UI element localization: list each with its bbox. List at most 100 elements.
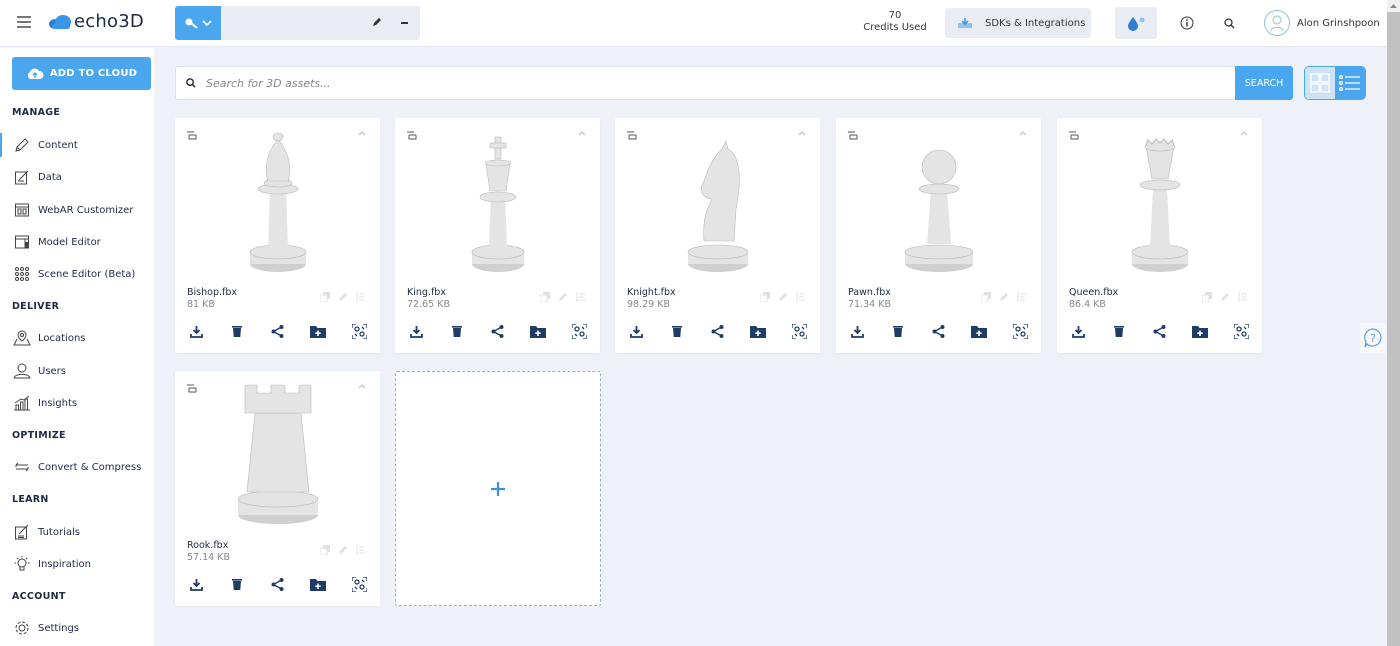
copy-icon[interactable] [1202, 292, 1212, 302]
qr-code-icon[interactable] [570, 322, 588, 340]
trash-icon[interactable] [1110, 322, 1128, 340]
user-menu[interactable]: Alon Grinshpoon [1264, 10, 1380, 36]
edit-icon[interactable] [338, 292, 348, 302]
add-to-folder-icon[interactable] [309, 575, 327, 593]
api-key-selector[interactable] [175, 6, 420, 40]
sidebar-item-locations[interactable]: Locations [0, 326, 154, 350]
droplet-button[interactable] [1115, 7, 1157, 39]
trash-icon[interactable] [889, 322, 907, 340]
metadata-list-icon[interactable] [796, 292, 806, 302]
edit-key-icon[interactable] [371, 16, 383, 28]
sidebar-item-tutorials[interactable]: Tutorials [0, 520, 154, 544]
trash-icon[interactable] [228, 322, 246, 340]
add-to-folder-icon[interactable] [529, 322, 547, 340]
qr-code-icon[interactable] [350, 575, 368, 593]
copy-icon[interactable] [320, 545, 330, 555]
trash-icon[interactable] [228, 575, 246, 593]
add-asset-card[interactable] [395, 371, 601, 606]
trash-icon[interactable] [448, 322, 466, 340]
asset-card-knight[interactable]: Knight.fbx 98.29 KB [615, 118, 820, 353]
share-icon[interactable] [930, 322, 948, 340]
model-preview[interactable] [655, 124, 780, 274]
sidebar-item-inspiration[interactable]: Inspiration [0, 552, 154, 576]
sidebar-item-users[interactable]: Users [0, 359, 154, 383]
scroll-up-arrow-icon[interactable] [1387, 0, 1400, 12]
metadata-list-icon[interactable] [356, 545, 366, 555]
chevron-up-icon[interactable] [358, 383, 366, 389]
asset-details-icon[interactable] [407, 131, 417, 140]
asset-card-king[interactable]: King.fbx 72.65 KB [395, 118, 600, 353]
asset-card-queen[interactable]: Queen.fbx 86.4 KB [1057, 118, 1262, 353]
sidebar-item-convert-compress[interactable]: Convert & Compress [0, 455, 154, 479]
edit-icon[interactable] [558, 292, 568, 302]
metadata-list-icon[interactable] [356, 292, 366, 302]
trash-icon[interactable] [668, 322, 686, 340]
share-icon[interactable] [1151, 322, 1169, 340]
search-button[interactable]: SEARCH [1235, 66, 1293, 100]
qr-code-icon[interactable] [350, 322, 368, 340]
asset-card-bishop[interactable]: Bishop.fbx 81 KB [175, 118, 380, 353]
copy-icon[interactable] [320, 292, 330, 302]
asset-details-icon[interactable] [627, 131, 637, 140]
copy-icon[interactable] [981, 292, 991, 302]
add-to-cloud-button[interactable]: ADD TO CLOUD [12, 57, 151, 90]
chevron-up-icon[interactable] [1240, 130, 1248, 136]
share-icon[interactable] [709, 322, 727, 340]
sidebar-item-data[interactable]: Data [0, 165, 154, 189]
download-icon[interactable] [407, 322, 425, 340]
asset-card-rook[interactable]: Rook.fbx 57.14 KB [175, 371, 380, 606]
download-icon[interactable] [1069, 322, 1087, 340]
hamburger-menu-icon[interactable] [17, 16, 31, 28]
page-scrollbar[interactable] [1387, 0, 1400, 646]
logo[interactable]: echo3D [48, 11, 144, 32]
asset-details-icon[interactable] [187, 384, 197, 393]
model-preview[interactable] [215, 124, 340, 274]
grid-view-button[interactable] [1305, 67, 1335, 99]
qr-code-icon[interactable] [1232, 322, 1250, 340]
model-preview[interactable] [215, 377, 340, 527]
share-icon[interactable] [269, 575, 287, 593]
sidebar-item-model-editor[interactable]: Model Editor [0, 230, 154, 254]
search-input[interactable] [206, 76, 1106, 90]
metadata-list-icon[interactable] [1238, 292, 1248, 302]
help-chat-button[interactable]: ? [1360, 323, 1386, 353]
sidebar-item-content[interactable]: Content [0, 133, 154, 157]
asset-details-icon[interactable] [1069, 131, 1079, 140]
sidebar-item-settings[interactable]: Settings [0, 616, 154, 640]
sdks-integrations-button[interactable]: SDKs & Integrations [945, 8, 1091, 38]
add-to-folder-icon[interactable] [309, 322, 327, 340]
copy-icon[interactable] [760, 292, 770, 302]
remove-key-icon[interactable] [401, 22, 408, 24]
model-preview[interactable] [435, 124, 560, 274]
asset-details-icon[interactable] [848, 131, 858, 140]
chevron-up-icon[interactable] [578, 130, 586, 136]
model-preview[interactable] [876, 124, 1001, 274]
sidebar-item-webar-customizer[interactable]: WebAR Customizer [0, 198, 154, 222]
chevron-up-icon[interactable] [1019, 130, 1027, 136]
edit-icon[interactable] [1220, 292, 1230, 302]
add-to-folder-icon[interactable] [970, 322, 988, 340]
sidebar-item-scene-editor[interactable]: Scene Editor (Beta) [0, 262, 154, 286]
share-icon[interactable] [269, 322, 287, 340]
chevron-up-icon[interactable] [358, 130, 366, 136]
sidebar-item-insights[interactable]: Insights [0, 391, 154, 415]
add-to-folder-icon[interactable] [749, 322, 767, 340]
info-icon[interactable] [1180, 16, 1194, 30]
copy-icon[interactable] [540, 292, 550, 302]
download-icon[interactable] [627, 322, 645, 340]
qr-code-icon[interactable] [1011, 322, 1029, 340]
edit-icon[interactable] [338, 545, 348, 555]
asset-details-icon[interactable] [187, 131, 197, 140]
key-dropdown-button[interactable] [175, 6, 221, 40]
download-icon[interactable] [848, 322, 866, 340]
qr-code-icon[interactable] [790, 322, 808, 340]
edit-icon[interactable] [999, 292, 1009, 302]
share-icon[interactable] [489, 322, 507, 340]
download-icon[interactable] [187, 575, 205, 593]
list-view-button[interactable] [1335, 67, 1365, 99]
add-to-folder-icon[interactable] [1191, 322, 1209, 340]
model-preview[interactable] [1097, 124, 1222, 274]
download-icon[interactable] [187, 322, 205, 340]
metadata-list-icon[interactable] [1017, 292, 1027, 302]
metadata-list-icon[interactable] [576, 292, 586, 302]
